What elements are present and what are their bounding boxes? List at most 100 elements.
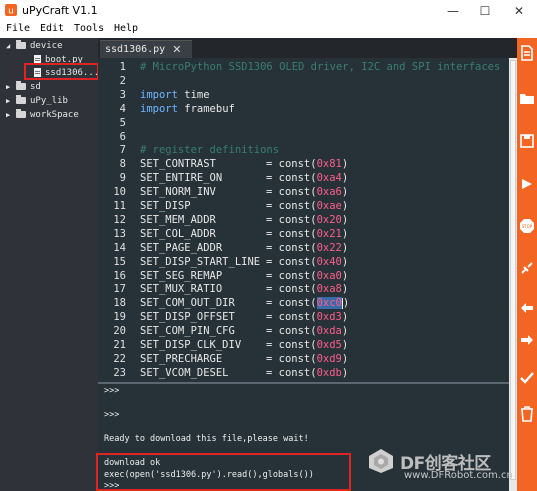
constant-name: SET_MUX_RATIO [140, 283, 223, 296]
code-identifier: time [177, 88, 210, 101]
collapsed-arrow-icon[interactable]: ▶ [6, 97, 16, 105]
collapsed-arrow-icon[interactable]: ▶ [6, 83, 16, 91]
assign-const: = const( [266, 186, 317, 199]
connect-icon[interactable] [519, 260, 535, 276]
code-editor[interactable]: 1 # MicroPython SSD1306 OLED driver, I2C … [98, 58, 509, 382]
constant-name: SET_VCOM_DESEL [140, 366, 229, 379]
stop-icon[interactable]: STOP [519, 218, 535, 234]
tree-item-label: device [30, 40, 63, 51]
code-text: SET_DISP_OFFSET = const(0xd3) [140, 311, 349, 324]
menu-help[interactable]: Help [114, 23, 138, 34]
open-file-icon[interactable] [519, 90, 535, 106]
line-number: 5 [119, 116, 126, 129]
tree-item-label: workSpace [30, 109, 79, 120]
clear-icon[interactable] [519, 406, 535, 422]
code-text: SET_CONTRAST = const(0x81) [140, 158, 349, 171]
new-file-icon[interactable] [519, 45, 535, 61]
collapsed-arrow-icon[interactable]: ▶ [6, 111, 16, 119]
code-text: SET_COM_PIN_CFG = const(0xda) [140, 325, 349, 338]
code-text: SET_NORM_INV = const(0xa6) [140, 186, 349, 199]
line-number: 16 [113, 269, 126, 282]
constant-name: SET_DISP_OFFSET [140, 311, 235, 324]
minimize-button[interactable]: — [438, 0, 468, 22]
assign-const: = const( [266, 366, 317, 379]
folder-icon [16, 95, 26, 104]
line-number: 18 [113, 297, 126, 310]
tab-label: ssd1306.py [105, 44, 166, 55]
maximize-button[interactable]: ☐ [470, 0, 500, 22]
code-text: SET_DISP_CLK_DIV = const(0xd5) [140, 339, 349, 351]
code-text: SET_PAGE_ADDR = const(0x22) [140, 241, 349, 254]
constant-name: SET_DISP_CLK_DIV [140, 339, 242, 351]
hex-value: 0xd9 [316, 352, 342, 365]
constant-name: SET_MEM_ADDR [140, 213, 216, 226]
menu-file[interactable]: File [6, 23, 30, 34]
save-file-icon[interactable] [519, 133, 535, 149]
hex-value: 0x40 [316, 255, 342, 268]
console-line: Ready to download this file,please wait! [104, 434, 309, 444]
constant-name: SET_NORM_INV [140, 186, 216, 199]
close-button[interactable]: ✕ [503, 0, 535, 22]
assign-const: = const( [266, 255, 317, 268]
scrollbar-thumb[interactable] [510, 60, 516, 480]
tab-ssd1306-py[interactable]: ssd1306.py ✕ [100, 40, 192, 58]
line-number: 21 [113, 339, 126, 351]
line-number: 12 [113, 213, 126, 226]
app-icon: u [5, 4, 17, 17]
line-number: 4 [119, 102, 126, 115]
tree-item-workspace[interactable]: ▶ workSpace [6, 108, 79, 121]
tab-close-icon[interactable]: ✕ [172, 43, 181, 56]
code-text: SET_DISP_START_LINE = const(0x40) [140, 255, 349, 268]
constant-name: SET_CONTRAST [140, 158, 216, 171]
assign-const: = const( [266, 325, 317, 338]
code-comment: # register definitions [140, 144, 280, 157]
line-number: 7 [119, 144, 126, 157]
code-keyword: import [140, 102, 178, 115]
folder-icon [16, 81, 26, 90]
line-number: 17 [113, 283, 126, 296]
editor-scrollbar[interactable] [509, 58, 517, 491]
assign-const: = const( [266, 227, 317, 240]
code-keyword: import [140, 88, 178, 101]
expanded-arrow-icon[interactable]: ◢ [6, 42, 16, 50]
line-number: 3 [119, 88, 126, 101]
hex-value: 0xa0 [316, 269, 342, 282]
constant-name: SET_COL_ADDR [140, 227, 216, 240]
code-text: SET_DISP = const(0xae) [140, 200, 349, 212]
hex-value: 0xa6 [316, 186, 342, 199]
hex-value: 0x21 [316, 227, 342, 240]
hex-value: 0x81 [316, 158, 342, 171]
code-text: # register definitions [140, 144, 279, 156]
tree-item-device[interactable]: ◢ device [6, 39, 63, 52]
console-line: >>> [104, 386, 120, 396]
download-run-icon[interactable] [519, 176, 535, 192]
code-text: SET_VCOM_DESEL = const(0xdb) [140, 366, 349, 379]
hex-value: 0x22 [316, 241, 342, 254]
folder-icon [16, 40, 26, 49]
line-number: 8 [119, 158, 126, 171]
line-number: 2 [119, 74, 126, 87]
constant-name: SET_DISP [140, 200, 191, 212]
constant-name: SET_PAGE_ADDR [140, 241, 223, 254]
line-number: 1 [119, 61, 126, 73]
tree-item-label: uPy_lib [30, 95, 68, 106]
assign-const: = const( [266, 200, 317, 212]
menu-tools[interactable]: Tools [74, 23, 104, 34]
hex-value: 0xa4 [316, 172, 342, 185]
code-text: SET_SEG_REMAP = const(0xa0) [140, 269, 349, 282]
constant-name: SET_COM_PIN_CFG [140, 325, 235, 338]
code-text: SET_MUX_RATIO = const(0xa8) [140, 283, 349, 296]
syntax-check-icon[interactable] [519, 370, 535, 386]
code-text: import time [140, 89, 210, 101]
undo-icon[interactable] [519, 300, 535, 316]
hex-value: 0xa8 [316, 283, 342, 296]
selected-hex-value: 0xc0 [316, 297, 342, 310]
redo-icon[interactable] [519, 332, 535, 348]
console-line: >>> [104, 410, 120, 420]
code-identifier: framebuf [177, 102, 235, 115]
right-toolbar: STOP [517, 38, 537, 491]
menu-edit[interactable]: Edit [40, 23, 64, 34]
assign-const: = const( [266, 213, 317, 226]
tree-item-sd[interactable]: ▶ sd [6, 80, 41, 93]
tree-item-upy-lib[interactable]: ▶ uPy_lib [6, 94, 68, 107]
